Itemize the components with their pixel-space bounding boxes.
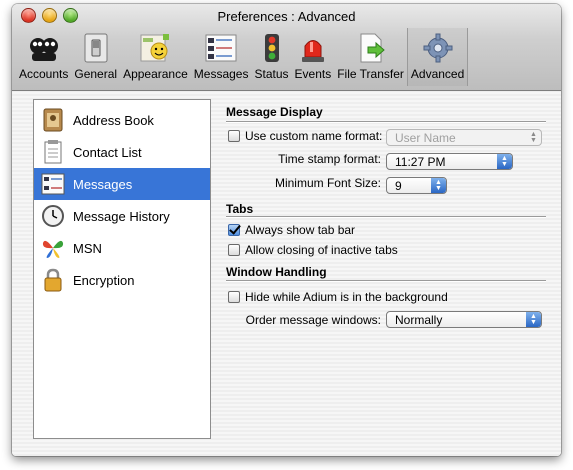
min-font-size-label: Minimum Font Size: <box>274 176 381 190</box>
section-separator <box>226 216 546 218</box>
siren-icon <box>297 32 329 64</box>
always-show-tab-bar-row: Always show tab bar <box>228 223 355 237</box>
messages-icon <box>41 172 65 196</box>
timestamp-format-popup[interactable]: 11:27 PM ▲ ▼ <box>386 153 513 170</box>
timestamp-format-label: Time stamp format: <box>278 152 381 166</box>
popup-arrows-icon: ▲ ▼ <box>497 154 512 169</box>
allow-closing-tabs-row: Allow closing of inactive tabs <box>228 243 398 257</box>
allow-closing-tabs-checkbox[interactable] <box>228 244 240 256</box>
min-font-size-popup[interactable]: 9 ▲ ▼ <box>386 177 447 194</box>
toolbar-appearance[interactable]: Appearance <box>120 28 191 86</box>
toolbar-label: Events <box>294 67 332 81</box>
sidebar-item-messages[interactable]: Messages <box>34 168 210 200</box>
timestamp-label-row: Time stamp format: <box>226 152 381 166</box>
toolbar-label: Status <box>254 67 289 81</box>
toolbar-advanced[interactable]: Advanced <box>406 28 469 86</box>
popup-arrows-icon: ▲ ▼ <box>530 130 537 144</box>
sidebar-item-label: Message History <box>73 208 170 224</box>
custom-name-row: Use custom name format: <box>228 129 382 143</box>
sidebar-item-label: MSN <box>73 240 102 256</box>
custom-name-checkbox[interactable] <box>228 130 240 142</box>
sidebar-item-label: Address Book <box>73 112 154 128</box>
sidebar-item-address-book[interactable]: Address Book <box>34 104 210 136</box>
always-show-tab-bar-checkbox[interactable] <box>228 224 240 236</box>
sidebar-item-message-history[interactable]: Message History <box>34 200 210 232</box>
toolbar: Accounts General Appearance Messages Sta… <box>16 28 469 86</box>
toolbar-label: Messages <box>193 67 249 81</box>
msn-butterfly-icon <box>41 236 65 260</box>
contact-list-icon <box>41 140 65 164</box>
sidebar-item-encryption[interactable]: Encryption <box>34 264 210 296</box>
toolbar-label: General <box>74 67 118 81</box>
allow-closing-tabs-label: Allow closing of inactive tabs <box>245 243 398 257</box>
custom-name-label: Use custom name format: <box>245 129 383 143</box>
toolbar-status[interactable]: Status <box>251 28 291 86</box>
timestamp-format-value: 11:27 PM <box>395 154 446 169</box>
sidebar-item-msn[interactable]: MSN <box>34 232 210 264</box>
sidebar-item-label: Messages <box>73 176 133 192</box>
toolbar-events[interactable]: Events <box>292 28 335 86</box>
gear-icon <box>422 32 454 64</box>
hide-in-background-label: Hide while Adium is in the background <box>245 290 448 304</box>
window-title: Preferences : Advanced <box>217 9 356 24</box>
sidebar-item-label: Contact List <box>73 144 142 160</box>
messages-icon <box>205 32 237 64</box>
popup-arrows-icon: ▲ ▼ <box>431 178 446 193</box>
toolbar-label: File Transfer <box>337 67 404 81</box>
section-title-window-handling: Window Handling <box>226 265 327 279</box>
section-title-message-display: Message Display <box>226 105 323 119</box>
toolbar-label: Accounts <box>19 67 69 81</box>
section-separator <box>226 280 546 282</box>
sidebar-item-contact-list[interactable]: Contact List <box>34 136 210 168</box>
always-show-tab-bar-label: Always show tab bar <box>245 223 356 237</box>
general-switch-icon <box>80 32 112 64</box>
toolbar-label: Appearance <box>123 67 188 81</box>
toolbar-general[interactable]: General <box>71 28 120 86</box>
sidebar-item-label: Encryption <box>73 272 135 288</box>
hide-in-background-checkbox[interactable] <box>228 291 240 303</box>
toolbar-file-transfer[interactable]: File Transfer <box>334 28 407 86</box>
section-separator <box>226 121 546 123</box>
appearance-icon <box>139 32 171 64</box>
section-title-tabs: Tabs <box>226 202 254 216</box>
custom-name-format-popup[interactable]: User Name ▲ ▼ <box>386 129 542 146</box>
order-windows-label: Order message windows: <box>245 313 381 327</box>
order-windows-value: Normally <box>395 312 443 327</box>
popup-arrows-icon: ▲ ▼ <box>526 312 541 327</box>
clock-icon <box>41 204 65 228</box>
toolbar-accounts[interactable]: Accounts <box>16 28 71 86</box>
hide-in-background-row: Hide while Adium is in the background <box>228 290 448 304</box>
toolbar-label: Advanced <box>410 67 465 81</box>
min-font-label-row: Minimum Font Size: <box>226 176 381 190</box>
traffic-light-icon <box>256 32 288 64</box>
order-windows-label-row: Order message windows: <box>226 313 381 327</box>
preferences-window: Preferences : Advanced Accounts General … <box>12 4 561 456</box>
order-windows-popup[interactable]: Normally ▲ ▼ <box>386 311 542 328</box>
address-book-icon <box>41 108 65 132</box>
advanced-category-list: Address Book Contact List Messages Messa… <box>33 99 211 439</box>
accounts-icon <box>28 32 60 64</box>
toolbar-messages[interactable]: Messages <box>191 28 252 86</box>
file-transfer-icon <box>355 32 387 64</box>
padlock-icon <box>41 268 65 292</box>
custom-name-format-value: User Name <box>395 130 456 145</box>
title-bar: Preferences : Advanced Accounts General … <box>12 4 561 91</box>
min-font-size-value: 9 <box>395 178 402 193</box>
